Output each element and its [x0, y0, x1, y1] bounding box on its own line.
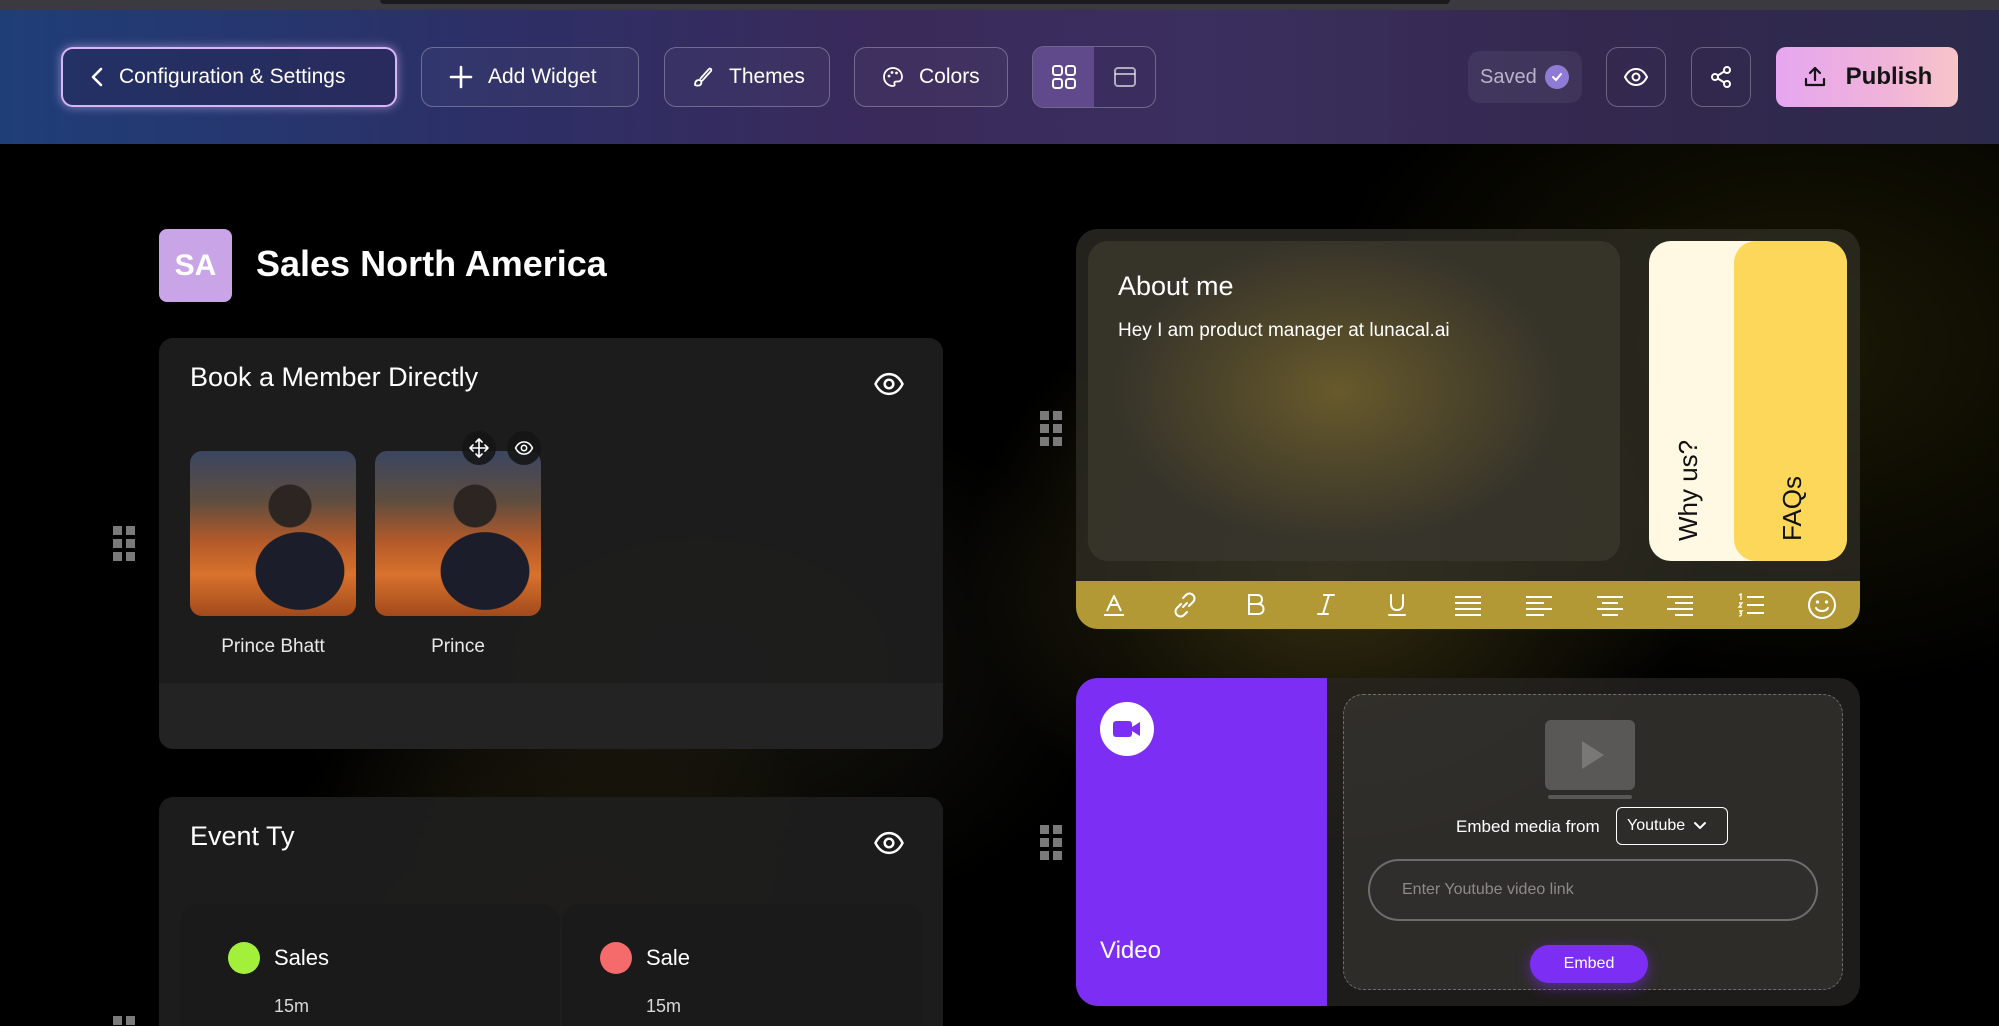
underline-icon[interactable] [1379, 587, 1415, 623]
embed-source-value: Youtube [1627, 817, 1686, 834]
saved-label: Saved [1480, 65, 1537, 88]
share-icon [1711, 66, 1731, 88]
text-color-icon[interactable] [1096, 587, 1132, 623]
paint-brush-icon [694, 67, 713, 87]
plus-icon [449, 65, 473, 89]
italic-icon[interactable] [1308, 587, 1344, 623]
about-text-editor[interactable]: About me Hey I am product manager at lun… [1088, 241, 1620, 561]
video-player-icon [1545, 720, 1635, 799]
link-icon[interactable] [1167, 587, 1203, 623]
colors-button[interactable]: Colors [854, 47, 1008, 107]
chevron-left-icon [91, 67, 103, 87]
tab-faqs[interactable]: FAQs [1734, 241, 1847, 561]
palette-icon [883, 67, 903, 87]
add-widget-label: Add Widget [488, 65, 597, 88]
embed-source-select[interactable]: Youtube [1616, 807, 1728, 845]
about-title: About me [1118, 271, 1234, 301]
layout-panel-icon [1113, 67, 1136, 87]
themes-button[interactable]: Themes [664, 47, 830, 107]
add-widget-button[interactable]: Add Widget [421, 47, 639, 107]
event-color-dot [600, 942, 632, 974]
layout-view-toggle [1032, 46, 1156, 108]
video-panel: Video [1076, 678, 1327, 1006]
visibility-eye-icon[interactable] [873, 827, 905, 859]
embed-button[interactable]: Embed [1530, 945, 1648, 983]
video-camera-icon [1100, 702, 1154, 756]
card-footer [159, 683, 943, 749]
embed-media-label: Embed media from [1456, 817, 1600, 836]
check-icon [1544, 65, 1569, 89]
upload-icon [1804, 66, 1825, 87]
single-view-option[interactable] [1094, 47, 1155, 107]
text-format-toolbar [1076, 581, 1860, 629]
about-text[interactable]: Hey I am product manager at lunacal.ai [1118, 320, 1450, 342]
embed-drop-area: Embed media from Youtube Enter Youtube v… [1343, 694, 1843, 990]
saved-status: Saved [1468, 51, 1582, 103]
share-button[interactable] [1691, 47, 1751, 107]
tab-why-us[interactable]: Why us? [1649, 241, 1734, 561]
event-types-title: Event Ty [190, 821, 295, 851]
emoji-icon[interactable] [1804, 587, 1840, 623]
member-card[interactable]: Prince Bhatt [190, 451, 356, 658]
tab-why-us-label: Why us? [1673, 439, 1703, 541]
numbered-list-icon[interactable] [1733, 587, 1769, 623]
about-widget: About me Hey I am product manager at lun… [1076, 229, 1860, 629]
org-name: Sales North America [256, 243, 607, 284]
preview-button[interactable] [1606, 47, 1666, 107]
book-member-title: Book a Member Directly [190, 362, 479, 392]
member-name: Prince Bhatt [221, 636, 325, 657]
member-visibility-eye-icon[interactable] [507, 431, 541, 465]
event-name: Sales [274, 945, 330, 970]
chevron-down-icon [1694, 822, 1707, 829]
event-name: Sale [646, 945, 691, 970]
align-center-icon[interactable] [1592, 587, 1628, 623]
align-justify-icon[interactable] [1450, 587, 1486, 623]
drag-handle-icon[interactable] [1040, 411, 1064, 447]
drag-handle-icon[interactable] [113, 526, 137, 562]
drag-handle-icon[interactable] [1040, 825, 1064, 861]
bold-icon[interactable] [1238, 587, 1274, 623]
browser-top-strip [0, 0, 1999, 10]
align-right-icon[interactable] [1662, 587, 1698, 623]
move-icon[interactable] [462, 431, 496, 465]
event-duration: 15m [274, 996, 310, 1016]
visibility-eye-icon[interactable] [873, 368, 905, 400]
grid-icon [1051, 65, 1076, 89]
configuration-settings-button[interactable]: Configuration & Settings [61, 47, 397, 107]
publish-button[interactable]: Publish [1776, 47, 1958, 107]
top-toolbar: Configuration & Settings Add Widget Them… [0, 10, 1999, 144]
video-link-input[interactable]: Enter Youtube video link [1368, 859, 1818, 921]
org-avatar: SA [159, 229, 232, 302]
colors-label: Colors [919, 65, 980, 88]
video-label: Video [1100, 937, 1161, 964]
event-type-card[interactable]: Sales 15m [180, 904, 560, 1026]
publish-label: Publish [1845, 63, 1933, 90]
event-types-card: Event Ty Sales 15m Sale 15m [159, 797, 943, 1026]
event-color-dot [228, 942, 260, 974]
eye-icon [1623, 67, 1649, 87]
member-photo [190, 451, 356, 616]
vertical-tabs: Why us? FAQs [1649, 241, 1847, 561]
drag-handle-icon[interactable] [113, 1016, 137, 1026]
tab-faqs-label: FAQs [1777, 475, 1807, 541]
configuration-settings-label: Configuration & Settings [119, 65, 346, 88]
grid-view-option[interactable] [1033, 47, 1094, 107]
video-widget: Video Embed media from Youtube Enter You… [1076, 678, 1860, 1006]
event-duration: 15m [646, 996, 682, 1016]
book-member-card: Book a Member Directly Prince Bhatt Prin… [159, 338, 943, 749]
align-left-icon[interactable] [1521, 587, 1557, 623]
member-card[interactable]: Prince [375, 451, 541, 658]
event-type-card[interactable]: Sale 15m [562, 904, 922, 1026]
member-photo [375, 451, 541, 616]
themes-label: Themes [729, 65, 805, 88]
member-name: Prince [431, 636, 485, 657]
